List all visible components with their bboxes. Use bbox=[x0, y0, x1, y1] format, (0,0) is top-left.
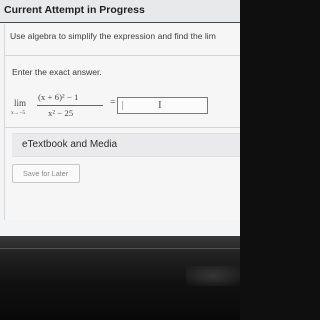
section-divider-top bbox=[4, 55, 240, 56]
assignment-page: Current Attempt in Progress Use algebra … bbox=[0, 0, 240, 236]
equals-sign: = bbox=[110, 97, 116, 108]
etextbook-media-toggle[interactable]: eTextbook and Media bbox=[12, 133, 240, 157]
answer-input[interactable]: I bbox=[117, 97, 208, 114]
limit-expression: lim x→−5 (x + 6)² − 1 x² − 25 = bbox=[4, 88, 116, 126]
question-instruction: Use algebra to simplify the expression a… bbox=[10, 31, 216, 41]
fraction-bar bbox=[37, 105, 103, 106]
text-caret bbox=[122, 101, 123, 110]
page-title: Current Attempt in Progress bbox=[4, 4, 145, 16]
save-for-later-button[interactable]: Save for Later bbox=[12, 164, 80, 183]
header-divider bbox=[0, 22, 240, 23]
desk-glow bbox=[186, 266, 240, 286]
text-cursor-icon: I bbox=[158, 99, 162, 111]
limit-word: lim bbox=[14, 98, 27, 108]
answer-prompt: Enter the exact answer. bbox=[12, 67, 102, 77]
fraction-denominator: x² − 25 bbox=[48, 108, 74, 118]
limit-subscript: x→−5 bbox=[11, 110, 26, 116]
header-bar: Current Attempt in Progress bbox=[0, 0, 240, 22]
screen: Current Attempt in Progress Use algebra … bbox=[0, 0, 240, 320]
save-for-later-label: Save for Later bbox=[23, 169, 69, 178]
desk-edge-line bbox=[0, 248, 240, 249]
etextbook-media-label: eTextbook and Media bbox=[22, 139, 118, 150]
section-divider-bottom bbox=[4, 127, 240, 128]
fraction-numerator: (x + 6)² − 1 bbox=[38, 92, 79, 102]
